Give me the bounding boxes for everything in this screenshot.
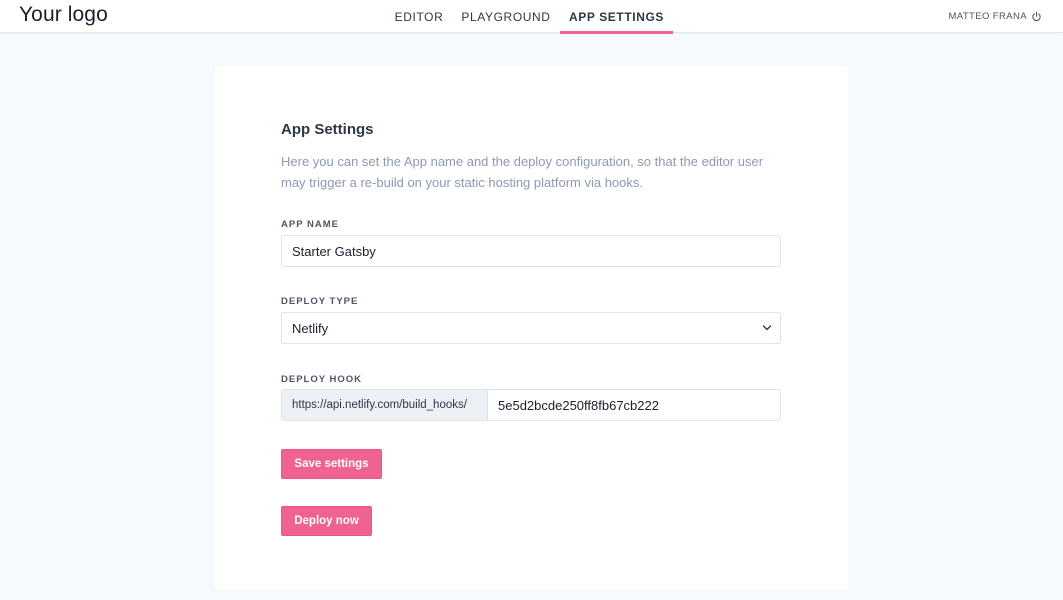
logo[interactable]: Your logo	[19, 3, 108, 27]
tab-editor[interactable]: EDITOR	[386, 0, 452, 33]
deploy-hook-prefix: https://api.netlify.com/build_hooks/	[282, 390, 488, 420]
save-settings-button[interactable]: Save settings	[281, 449, 382, 479]
app-name-input[interactable]: Starter Gatsby	[281, 235, 781, 267]
page-title: App Settings	[281, 121, 374, 138]
deploy-hook-label: DEPLOY HOOK	[281, 374, 363, 385]
tab-playground[interactable]: PLAYGROUND	[458, 0, 554, 33]
app-name-label: APP NAME	[281, 219, 339, 230]
top-navbar: Your logo EDITOR PLAYGROUND APP SETTINGS…	[0, 0, 1063, 34]
user-name: MATTEO FRANA	[948, 11, 1027, 22]
deploy-hook-input[interactable]: 5e5d2bcde250ff8fb67cb222	[488, 390, 780, 420]
deploy-type-select[interactable]: Netlify	[281, 312, 781, 344]
chevron-down-icon	[762, 325, 772, 331]
deploy-now-button[interactable]: Deploy now	[281, 506, 372, 536]
power-icon[interactable]	[1031, 11, 1042, 22]
page-description: Here you can set the App name and the de…	[281, 154, 764, 190]
app-name-value: Starter Gatsby	[292, 243, 376, 259]
deploy-hook-group: https://api.netlify.com/build_hooks/ 5e5…	[281, 389, 781, 421]
deploy-type-value: Netlify	[292, 320, 329, 336]
deploy-type-label: DEPLOY TYPE	[281, 296, 359, 307]
tab-app-settings[interactable]: APP SETTINGS	[560, 0, 673, 34]
